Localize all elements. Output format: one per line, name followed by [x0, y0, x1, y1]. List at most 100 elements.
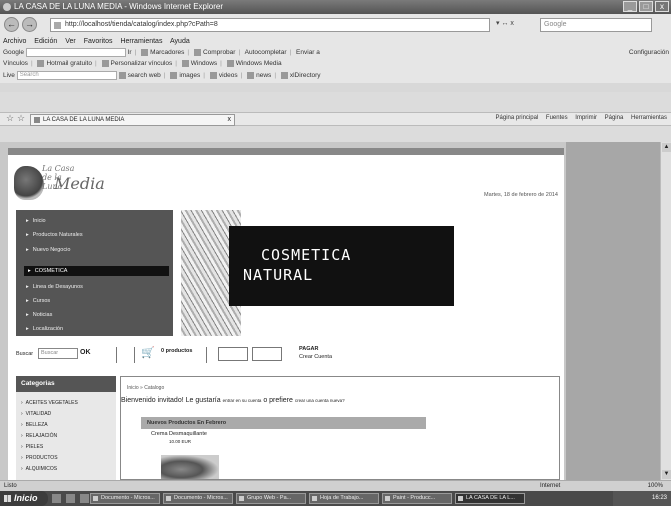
- link-windows[interactable]: Windows: [191, 60, 217, 67]
- tab-active[interactable]: LA CASA DE LA LUNA MEDIA x: [30, 114, 235, 126]
- menu-bar: Archivo Edición Ver Favoritos Herramient…: [0, 36, 671, 47]
- tab-close-icon[interactable]: x: [228, 115, 232, 125]
- product-name[interactable]: Crema Desmaquillante: [151, 431, 207, 437]
- menu-ver[interactable]: Ver: [65, 38, 76, 45]
- breadcrumb[interactable]: Inicio » Catalogo: [127, 385, 164, 391]
- quicklaunch-media-icon[interactable]: [80, 494, 89, 503]
- menu-edicion[interactable]: Edición: [34, 38, 57, 45]
- back-button[interactable]: ←: [4, 17, 19, 32]
- register-link[interactable]: crear una cuenta nueva?: [295, 398, 345, 403]
- google-autofill[interactable]: Autocompletar: [245, 49, 287, 56]
- address-controls[interactable]: ▾ ↔ x: [496, 19, 514, 27]
- nav-item-noticias[interactable]: Noticias: [26, 312, 53, 318]
- menu-ayuda[interactable]: Ayuda: [170, 38, 190, 45]
- video-icon: [209, 71, 217, 79]
- maximize-button[interactable]: □: [639, 1, 653, 12]
- live-news[interactable]: news: [256, 72, 271, 79]
- nav-item-negocio[interactable]: Nuevo Negocio: [26, 247, 71, 253]
- live-search-field[interactable]: Search: [16, 70, 117, 80]
- category-item[interactable]: BELLEZA: [21, 422, 48, 428]
- cmd-tools[interactable]: Herramientas: [631, 115, 667, 121]
- google-check[interactable]: Comprobar: [203, 49, 236, 56]
- task-button-active[interactable]: LA CASA DE LA L...: [455, 493, 525, 504]
- cmd-print[interactable]: Imprimir: [575, 115, 597, 121]
- link-hotmail[interactable]: Hotmail gratuito: [46, 60, 92, 67]
- google-bookmarks[interactable]: Marcadores: [150, 49, 184, 56]
- task-button[interactable]: Grupo Web - Pa...: [236, 493, 306, 504]
- cart-count[interactable]: 0 productos: [161, 348, 192, 354]
- tab-strip: ☆ ☆ LA CASA DE LA LUNA MEDIA x Página pr…: [0, 112, 671, 126]
- google-search-field[interactable]: [25, 47, 126, 57]
- news-icon: [247, 71, 255, 79]
- task-button[interactable]: Paint - Producc...: [382, 493, 452, 504]
- live-videos[interactable]: videos: [219, 72, 238, 79]
- site-search-ok-button[interactable]: OK: [80, 349, 91, 356]
- site-search-input[interactable]: Buscar: [38, 348, 78, 359]
- menu-archivo[interactable]: Archivo: [3, 38, 26, 45]
- google-go-button[interactable]: Ir: [128, 49, 132, 56]
- search-input[interactable]: Google: [540, 18, 652, 32]
- menu-favoritos[interactable]: Favoritos: [84, 38, 113, 45]
- product-thumbnail[interactable]: [161, 455, 219, 479]
- main-content: Inicio » Catalogo Bienvenido invitado! L…: [120, 376, 560, 480]
- task-button[interactable]: Hoja de Trabajo...: [309, 493, 379, 504]
- quick-launch: [52, 494, 89, 503]
- start-label: Inicio: [14, 493, 38, 503]
- cmd-page[interactable]: Página: [605, 115, 624, 121]
- cart-box: [218, 347, 248, 361]
- link-icon: [37, 59, 45, 67]
- address-row: ← → http://localhost/tienda/catalog/inde…: [0, 14, 671, 36]
- zoom-level[interactable]: 100%: [648, 481, 663, 491]
- site-logo[interactable]: La Casa de la Luna Media: [14, 160, 105, 210]
- nav-item-productos[interactable]: Productos Naturales: [26, 232, 83, 238]
- nav-item-inicio[interactable]: Inicio: [26, 218, 46, 224]
- close-button[interactable]: x: [655, 1, 669, 12]
- category-item[interactable]: ALQUIMICOS: [21, 466, 57, 472]
- cart-icon[interactable]: 🛒: [141, 347, 155, 359]
- nav-item-desayunos[interactable]: Linea de Desayunos: [26, 284, 83, 290]
- login-link[interactable]: entrar en su cuenta: [223, 398, 262, 403]
- quicklaunch-ie-icon[interactable]: [52, 494, 61, 503]
- category-item[interactable]: RELAJACIÓN: [21, 433, 57, 439]
- address-bar[interactable]: http://localhost/tienda/catalog/index.ph…: [50, 18, 490, 32]
- favicon-icon: [34, 117, 40, 123]
- live-directory[interactable]: xlDirectory: [290, 72, 321, 79]
- task-button[interactable]: Documento - Micros...: [90, 493, 160, 504]
- live-search-web[interactable]: search web: [128, 72, 161, 79]
- google-sendto[interactable]: Enviar a: [296, 49, 320, 56]
- status-bar: Listo Internet 100%: [0, 480, 671, 491]
- minimize-button[interactable]: _: [623, 1, 637, 12]
- live-images[interactable]: images: [179, 72, 200, 79]
- task-button[interactable]: Documento - Micros...: [163, 493, 233, 504]
- quicklaunch-desktop-icon[interactable]: [66, 494, 75, 503]
- search-icon[interactable]: [118, 71, 126, 79]
- cmd-feeds[interactable]: Fuentes: [546, 115, 568, 121]
- create-account-link[interactable]: Crear Cuenta: [299, 354, 332, 360]
- forward-button[interactable]: →: [22, 17, 37, 32]
- menu-herramientas[interactable]: Herramientas: [120, 38, 162, 45]
- image-icon: [170, 71, 178, 79]
- nav-item-cosmetica[interactable]: COSMETICA: [24, 266, 169, 276]
- category-item[interactable]: VITALIDAD: [21, 411, 51, 417]
- link-windows-media[interactable]: Windows Media: [236, 60, 282, 67]
- right-background: [566, 142, 660, 480]
- category-item[interactable]: ACEITES VEGETALES: [21, 400, 78, 406]
- cmd-home[interactable]: Página principal: [496, 115, 539, 121]
- google-settings[interactable]: Configuración: [629, 47, 669, 58]
- vertical-scrollbar[interactable]: ▲ ▼: [660, 142, 671, 480]
- nav-item-cursos[interactable]: Cursos: [26, 298, 50, 304]
- link-customize[interactable]: Personalizar vínculos: [111, 60, 173, 67]
- new-products-header: Nuevos Productos En Febrero: [141, 417, 426, 429]
- window-title-bar: LA CASA DE LA LUNA MEDIA - Windows Inter…: [0, 0, 671, 14]
- checkout-link[interactable]: PAGAR: [299, 346, 318, 352]
- directory-icon: [280, 71, 288, 79]
- start-button[interactable]: Inicio: [0, 491, 48, 506]
- category-item[interactable]: PIELES: [21, 444, 44, 450]
- add-favorite-icon[interactable]: ☆: [17, 113, 25, 124]
- scroll-up-icon[interactable]: ▲: [662, 143, 671, 152]
- nav-item-localizacion[interactable]: Localización: [26, 326, 63, 332]
- category-item[interactable]: PRODUCTOS: [21, 455, 58, 461]
- favorites-star-icon[interactable]: ☆: [6, 113, 14, 124]
- divider: [206, 347, 207, 363]
- scroll-down-icon[interactable]: ▼: [662, 470, 671, 479]
